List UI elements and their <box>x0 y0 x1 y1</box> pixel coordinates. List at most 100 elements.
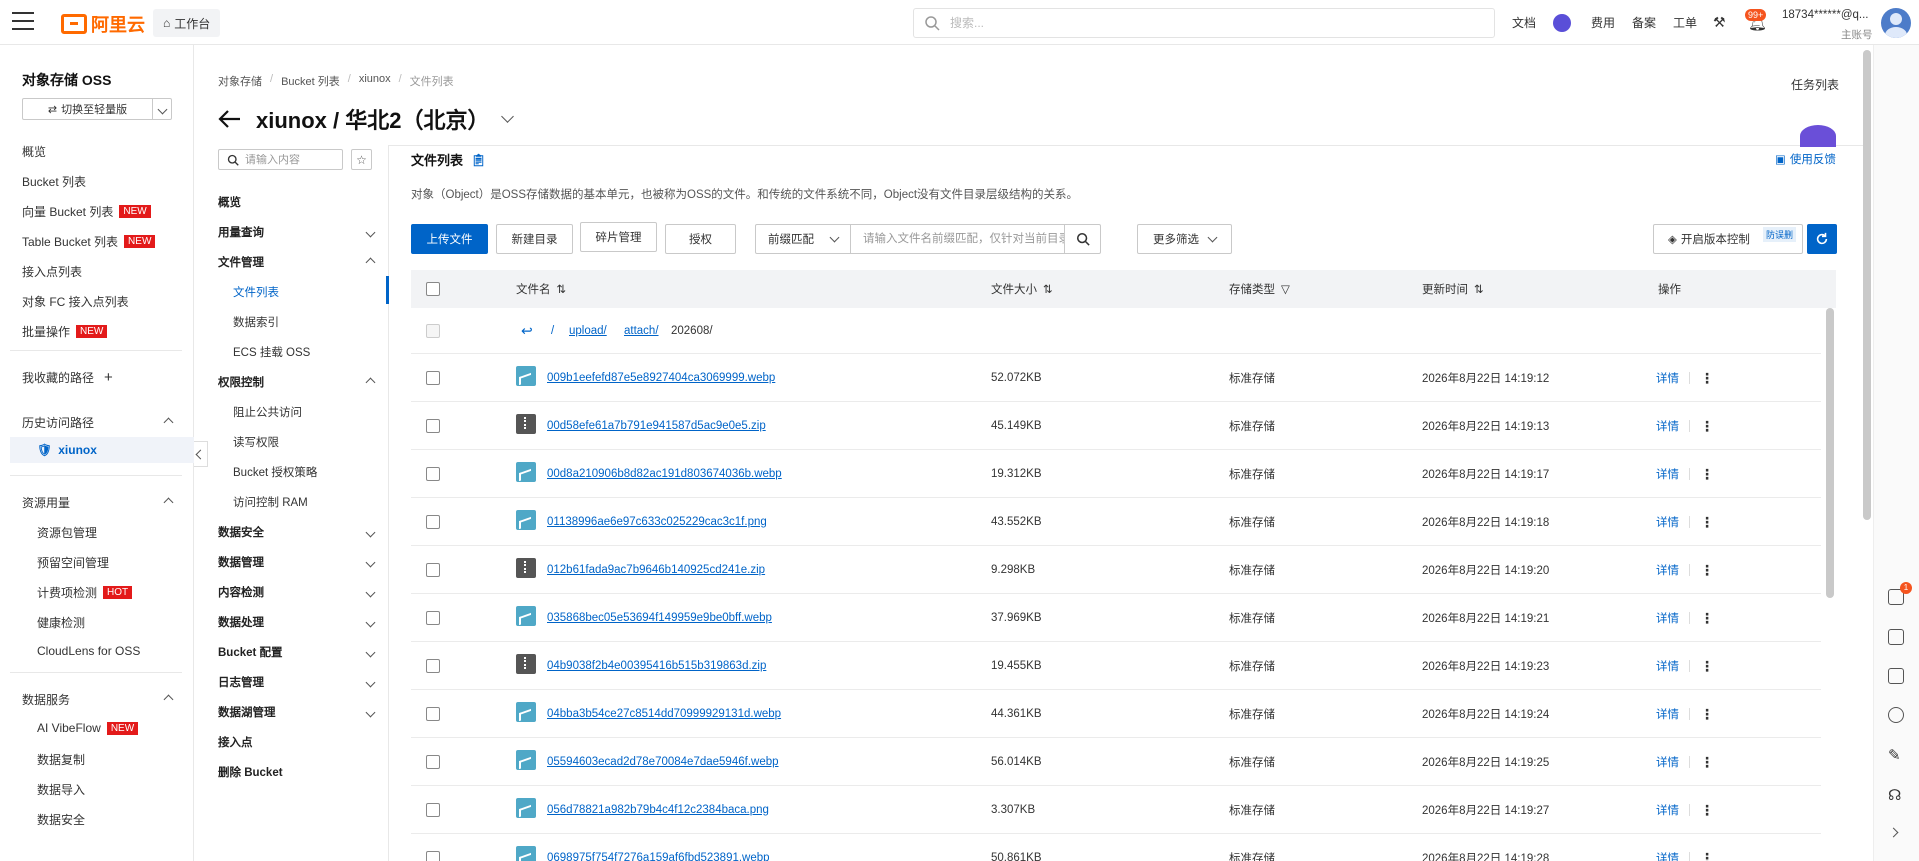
plus-icon[interactable]: + <box>104 369 113 386</box>
authorize-button[interactable]: 授权 <box>665 224 736 254</box>
more-actions-icon[interactable]: ⋮ <box>1700 707 1714 721</box>
global-search[interactable] <box>913 8 1495 38</box>
more-actions-icon[interactable]: ⋮ <box>1700 515 1714 529</box>
sidebar-item-table-bucket[interactable]: Table Bucket 列表 NEW <box>22 233 156 250</box>
file-name-link[interactable]: 00d58efe61a7b791e941587d5ac9e0e5.zip <box>547 420 766 432</box>
bucket-nav-item[interactable]: Bucket 配置 <box>218 644 378 660</box>
more-actions-icon[interactable]: ⋮ <box>1700 611 1714 625</box>
nav-docs[interactable]: 文档 <box>1512 0 1536 45</box>
ai-assistant-icon[interactable] <box>1553 14 1571 32</box>
detail-link[interactable]: 详情 <box>1656 658 1679 674</box>
sidebar-data-services[interactable]: 数据服务 <box>22 691 174 708</box>
feedback-link[interactable]: ▣ 使用反馈 <box>1775 151 1836 167</box>
workbench-button[interactable]: ⌂ 工作台 <box>153 9 221 37</box>
table-row[interactable]: 00d8a210906b8d82ac191d803674036b.webp 19.… <box>411 450 1821 498</box>
sidebar-history-paths[interactable]: 历史访问路径 <box>22 414 174 431</box>
path-segment[interactable]: upload/ <box>569 325 607 337</box>
table-row[interactable]: 00d58efe61a7b791e941587d5ac9e0e5.zip 45.1… <box>411 402 1821 450</box>
row-checkbox[interactable] <box>426 371 440 385</box>
file-name-link[interactable]: 01138996ae6e97c633c025229cac3c1f.png <box>547 516 767 528</box>
more-actions-icon[interactable]: ⋮ <box>1700 851 1714 861</box>
gear-icon[interactable] <box>1888 707 1904 723</box>
file-name-link[interactable]: 04b9038f2b4e00395416b515b319863d.zip <box>547 660 766 672</box>
breadcrumb-item[interactable]: Bucket 列表 <box>281 73 340 89</box>
sidebar-item-resource-pack[interactable]: 资源包管理 <box>37 524 97 541</box>
sidebar-history-xiunox[interactable]: 🛡︎ xiunox <box>37 443 97 457</box>
sidebar-fav-paths[interactable]: 我收藏的路径 + <box>22 369 113 386</box>
sidebar-item-billing-check[interactable]: 计费项检测 HOT <box>37 584 133 601</box>
bucket-nav-item[interactable]: ECS 挂载 OSS <box>233 344 378 360</box>
table-row[interactable]: 009b1eefefd87e5e8927404ca3069999.webp 52.… <box>411 354 1821 402</box>
file-name-link[interactable]: 04bba3b54ce27c8514dd70999929131d.webp <box>547 708 781 720</box>
row-checkbox[interactable] <box>426 851 440 861</box>
more-actions-icon[interactable]: ⋮ <box>1700 755 1714 769</box>
breadcrumb-item[interactable]: 对象存储 <box>218 73 262 89</box>
table-row[interactable]: 012b61fada9ac7b9646b140925cd241e.zip 9.29… <box>411 546 1821 594</box>
upload-file-button[interactable]: 上传文件 <box>411 224 488 254</box>
avatar[interactable] <box>1881 8 1911 38</box>
path-segment[interactable]: attach/ <box>624 325 659 337</box>
edit-icon[interactable]: ✎ <box>1888 746 1904 764</box>
bucket-nav-item[interactable]: Bucket 授权策略 <box>233 464 378 480</box>
more-actions-icon[interactable]: ⋮ <box>1700 803 1714 817</box>
table-row[interactable]: 0698975f754f7276a159af6fbd523891.webp 50.… <box>411 834 1821 861</box>
bucket-nav-item[interactable]: 日志管理 <box>218 674 378 690</box>
row-checkbox[interactable] <box>426 659 440 673</box>
task-list-link[interactable]: 任务列表 <box>1791 76 1839 93</box>
table-row[interactable]: 05594603ecad2d78e70084e7dae5946f.webp 56.… <box>411 738 1821 786</box>
switch-lite-button[interactable]: ⇄ 切换至轻量版 <box>22 98 172 120</box>
filter-icon[interactable]: ▽ <box>1281 282 1290 296</box>
breadcrumb-item[interactable]: xiunox <box>359 73 391 89</box>
bucket-nav-item[interactable]: 权限控制 <box>218 374 378 390</box>
compare-icon[interactable] <box>1888 629 1904 645</box>
table-row[interactable]: 035868bec05e53694f149959e9be0bff.webp 37.… <box>411 594 1821 642</box>
page-scrollbar[interactable] <box>1863 50 1871 520</box>
detail-link[interactable]: 详情 <box>1656 610 1679 626</box>
row-checkbox[interactable] <box>426 803 440 817</box>
detail-link[interactable]: 详情 <box>1656 562 1679 578</box>
bell-icon[interactable]: 🔔︎ <box>1748 0 1767 45</box>
prefix-filter-input[interactable] <box>851 225 1064 253</box>
headset-icon[interactable]: ☊ <box>1888 786 1904 804</box>
sidebar-item-overview[interactable]: 概览 <box>22 143 46 160</box>
bucket-nav-item[interactable]: 数据安全 <box>218 524 378 540</box>
table-row[interactable]: 04b9038f2b4e00395416b515b319863d.zip 19.4… <box>411 642 1821 690</box>
select-all-checkbox[interactable] <box>426 282 440 296</box>
row-checkbox[interactable] <box>426 515 440 529</box>
file-name-link[interactable]: 00d8a210906b8d82ac191d803674036b.webp <box>547 468 782 480</box>
chevron-right-icon[interactable] <box>1888 825 1904 841</box>
table-row[interactable]: 04bba3b54ce27c8514dd70999929131d.webp 44.… <box>411 690 1821 738</box>
sort-icon[interactable]: ⇅ <box>557 282 567 296</box>
sidebar-item-reserved-space[interactable]: 预留空间管理 <box>37 554 109 571</box>
file-name-link[interactable]: 056d78821a982b79b4c4f12c2384baca.png <box>547 804 769 816</box>
bucket-nav-item[interactable]: 概览 <box>218 194 378 210</box>
sidebar-item-bucket-list[interactable]: Bucket 列表 <box>22 173 86 190</box>
col-storage[interactable]: 存储类型 ▽ <box>1229 281 1290 297</box>
sidebar-item-batch-ops[interactable]: 批量操作 NEW <box>22 323 108 340</box>
back-arrow-icon[interactable] <box>218 109 242 129</box>
detail-link[interactable]: 详情 <box>1656 850 1679 861</box>
filter-mode-select[interactable]: 前缀匹配 <box>756 225 851 253</box>
detail-link[interactable]: 详情 <box>1656 802 1679 818</box>
bucket-nav-search-input[interactable] <box>245 153 335 166</box>
sort-icon[interactable]: ⇅ <box>1474 282 1484 296</box>
row-checkbox[interactable] <box>426 707 440 721</box>
bucket-nav-item[interactable]: 数据管理 <box>218 554 378 570</box>
fragments-button[interactable]: 碎片管理 <box>580 222 657 252</box>
detail-link[interactable]: 详情 <box>1656 706 1679 722</box>
more-actions-icon[interactable]: ⋮ <box>1700 563 1714 577</box>
more-actions-icon[interactable]: ⋮ <box>1700 371 1714 385</box>
file-name-link[interactable]: 0698975f754f7276a159af6fbd523891.webp <box>547 852 770 861</box>
bucket-nav-item[interactable]: 数据索引 <box>233 314 378 330</box>
col-filename[interactable]: 文件名 ⇅ <box>516 281 566 297</box>
file-name-link[interactable]: 035868bec05e53694f149959e9be0bff.webp <box>547 612 772 624</box>
aliyun-logo[interactable]: 阿里云 <box>61 11 145 37</box>
nav-ticket[interactable]: 工单 <box>1673 0 1697 45</box>
row-checkbox[interactable] <box>426 419 440 433</box>
more-filters-button[interactable]: 更多筛选 <box>1137 224 1232 254</box>
col-updated[interactable]: 更新时间 ⇅ <box>1422 281 1484 297</box>
table-row[interactable]: 056d78821a982b79b4c4f12c2384baca.png 3.30… <box>411 786 1821 834</box>
detail-link[interactable]: 详情 <box>1656 466 1679 482</box>
sidebar-item-ai-vibeflow[interactable]: AI VibeFlow NEW <box>37 721 139 735</box>
row-checkbox[interactable] <box>426 611 440 625</box>
